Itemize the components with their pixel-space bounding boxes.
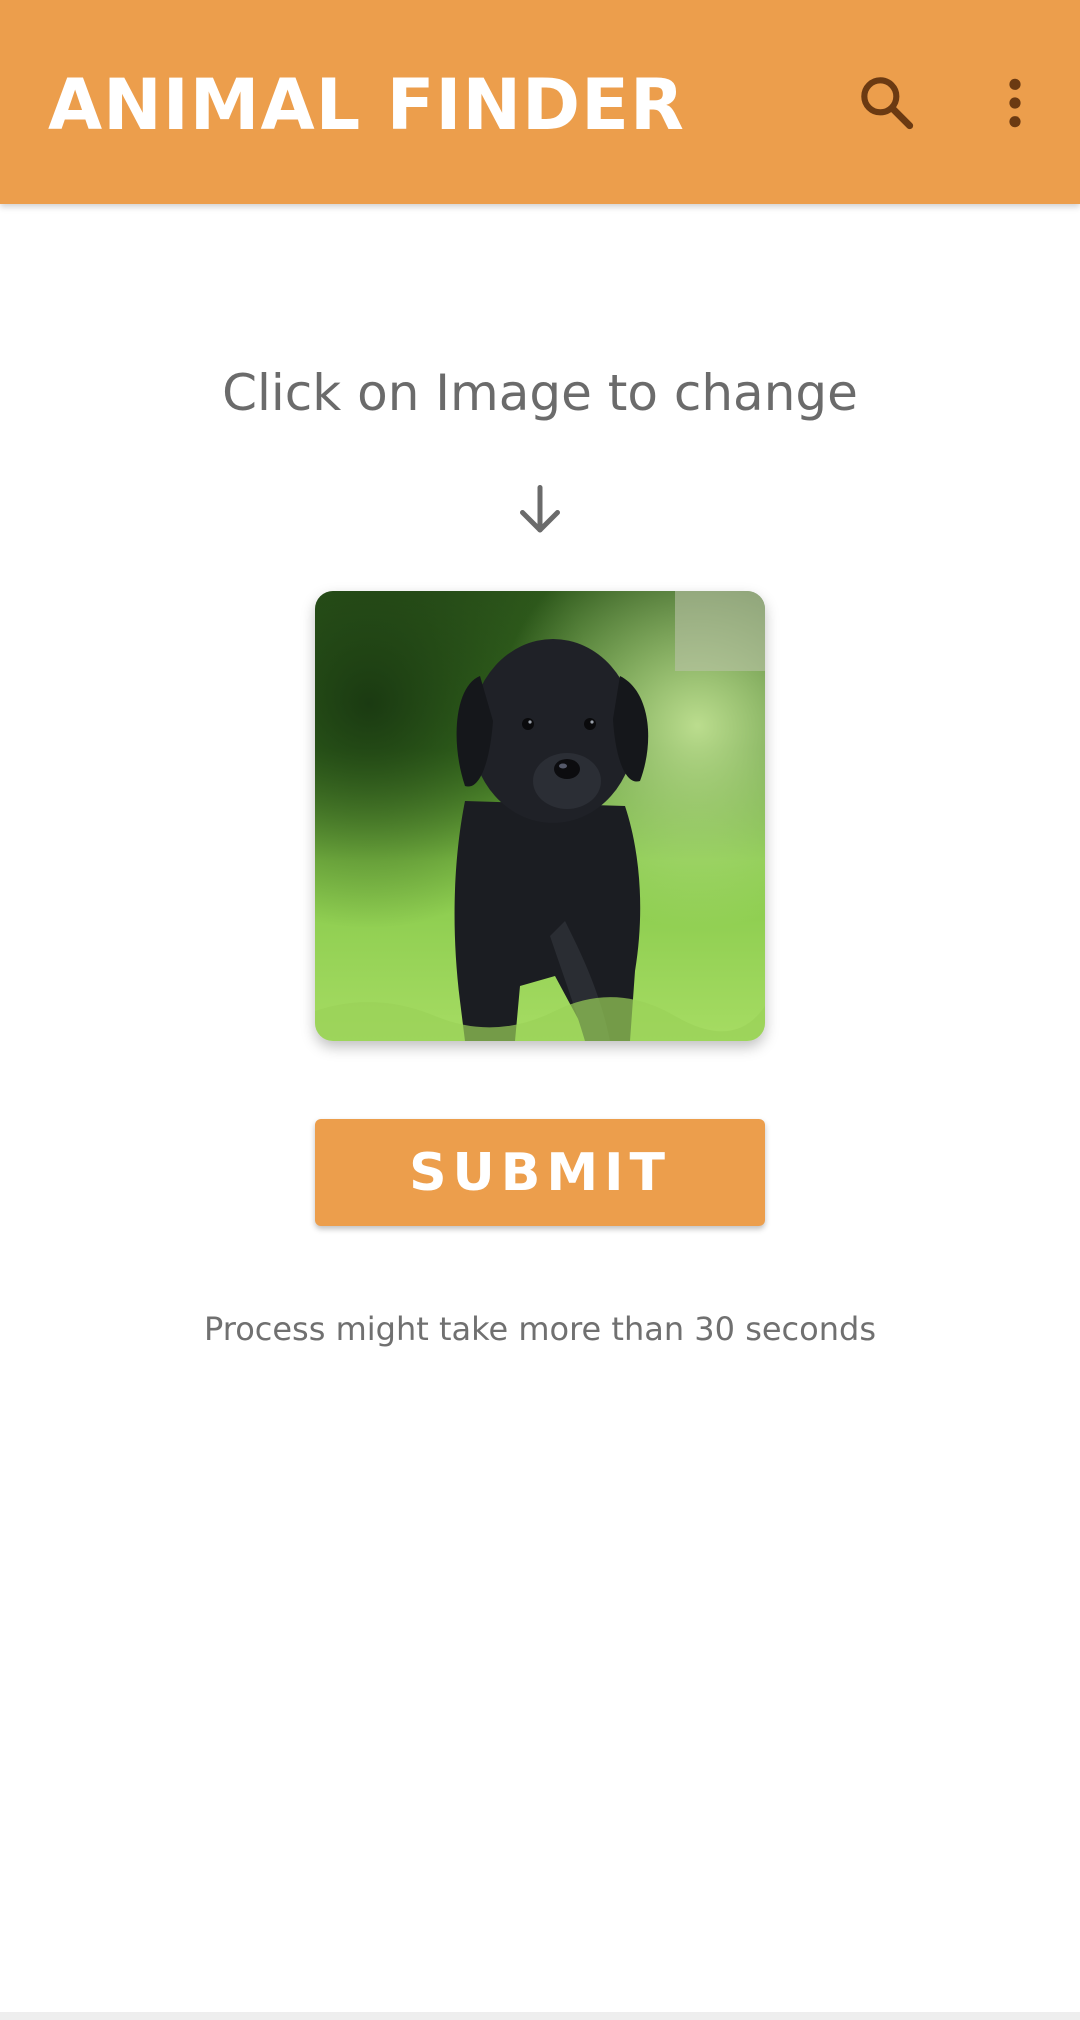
more-vert-icon: [1009, 78, 1021, 128]
change-image-hint: Click on Image to change: [222, 364, 858, 422]
app-title: ANIMAL FINDER: [48, 64, 685, 146]
puppy-photo: [315, 591, 765, 1041]
app-screen: ANIMAL FINDER Click on Image to change S…: [0, 0, 1080, 2020]
submit-button[interactable]: SUBMIT: [315, 1119, 765, 1226]
overflow-menu-button[interactable]: [970, 58, 1060, 148]
processing-note: Process might take more than 30 seconds: [204, 1310, 876, 1348]
bottom-divider: [0, 2012, 1080, 2020]
app-toolbar: ANIMAL FINDER: [0, 0, 1080, 204]
animal-image[interactable]: [315, 591, 765, 1041]
submit-button-label: SUBMIT: [409, 1142, 671, 1203]
search-icon: [861, 77, 914, 130]
search-button[interactable]: [842, 58, 932, 148]
arrow-down-icon: [520, 485, 560, 533]
